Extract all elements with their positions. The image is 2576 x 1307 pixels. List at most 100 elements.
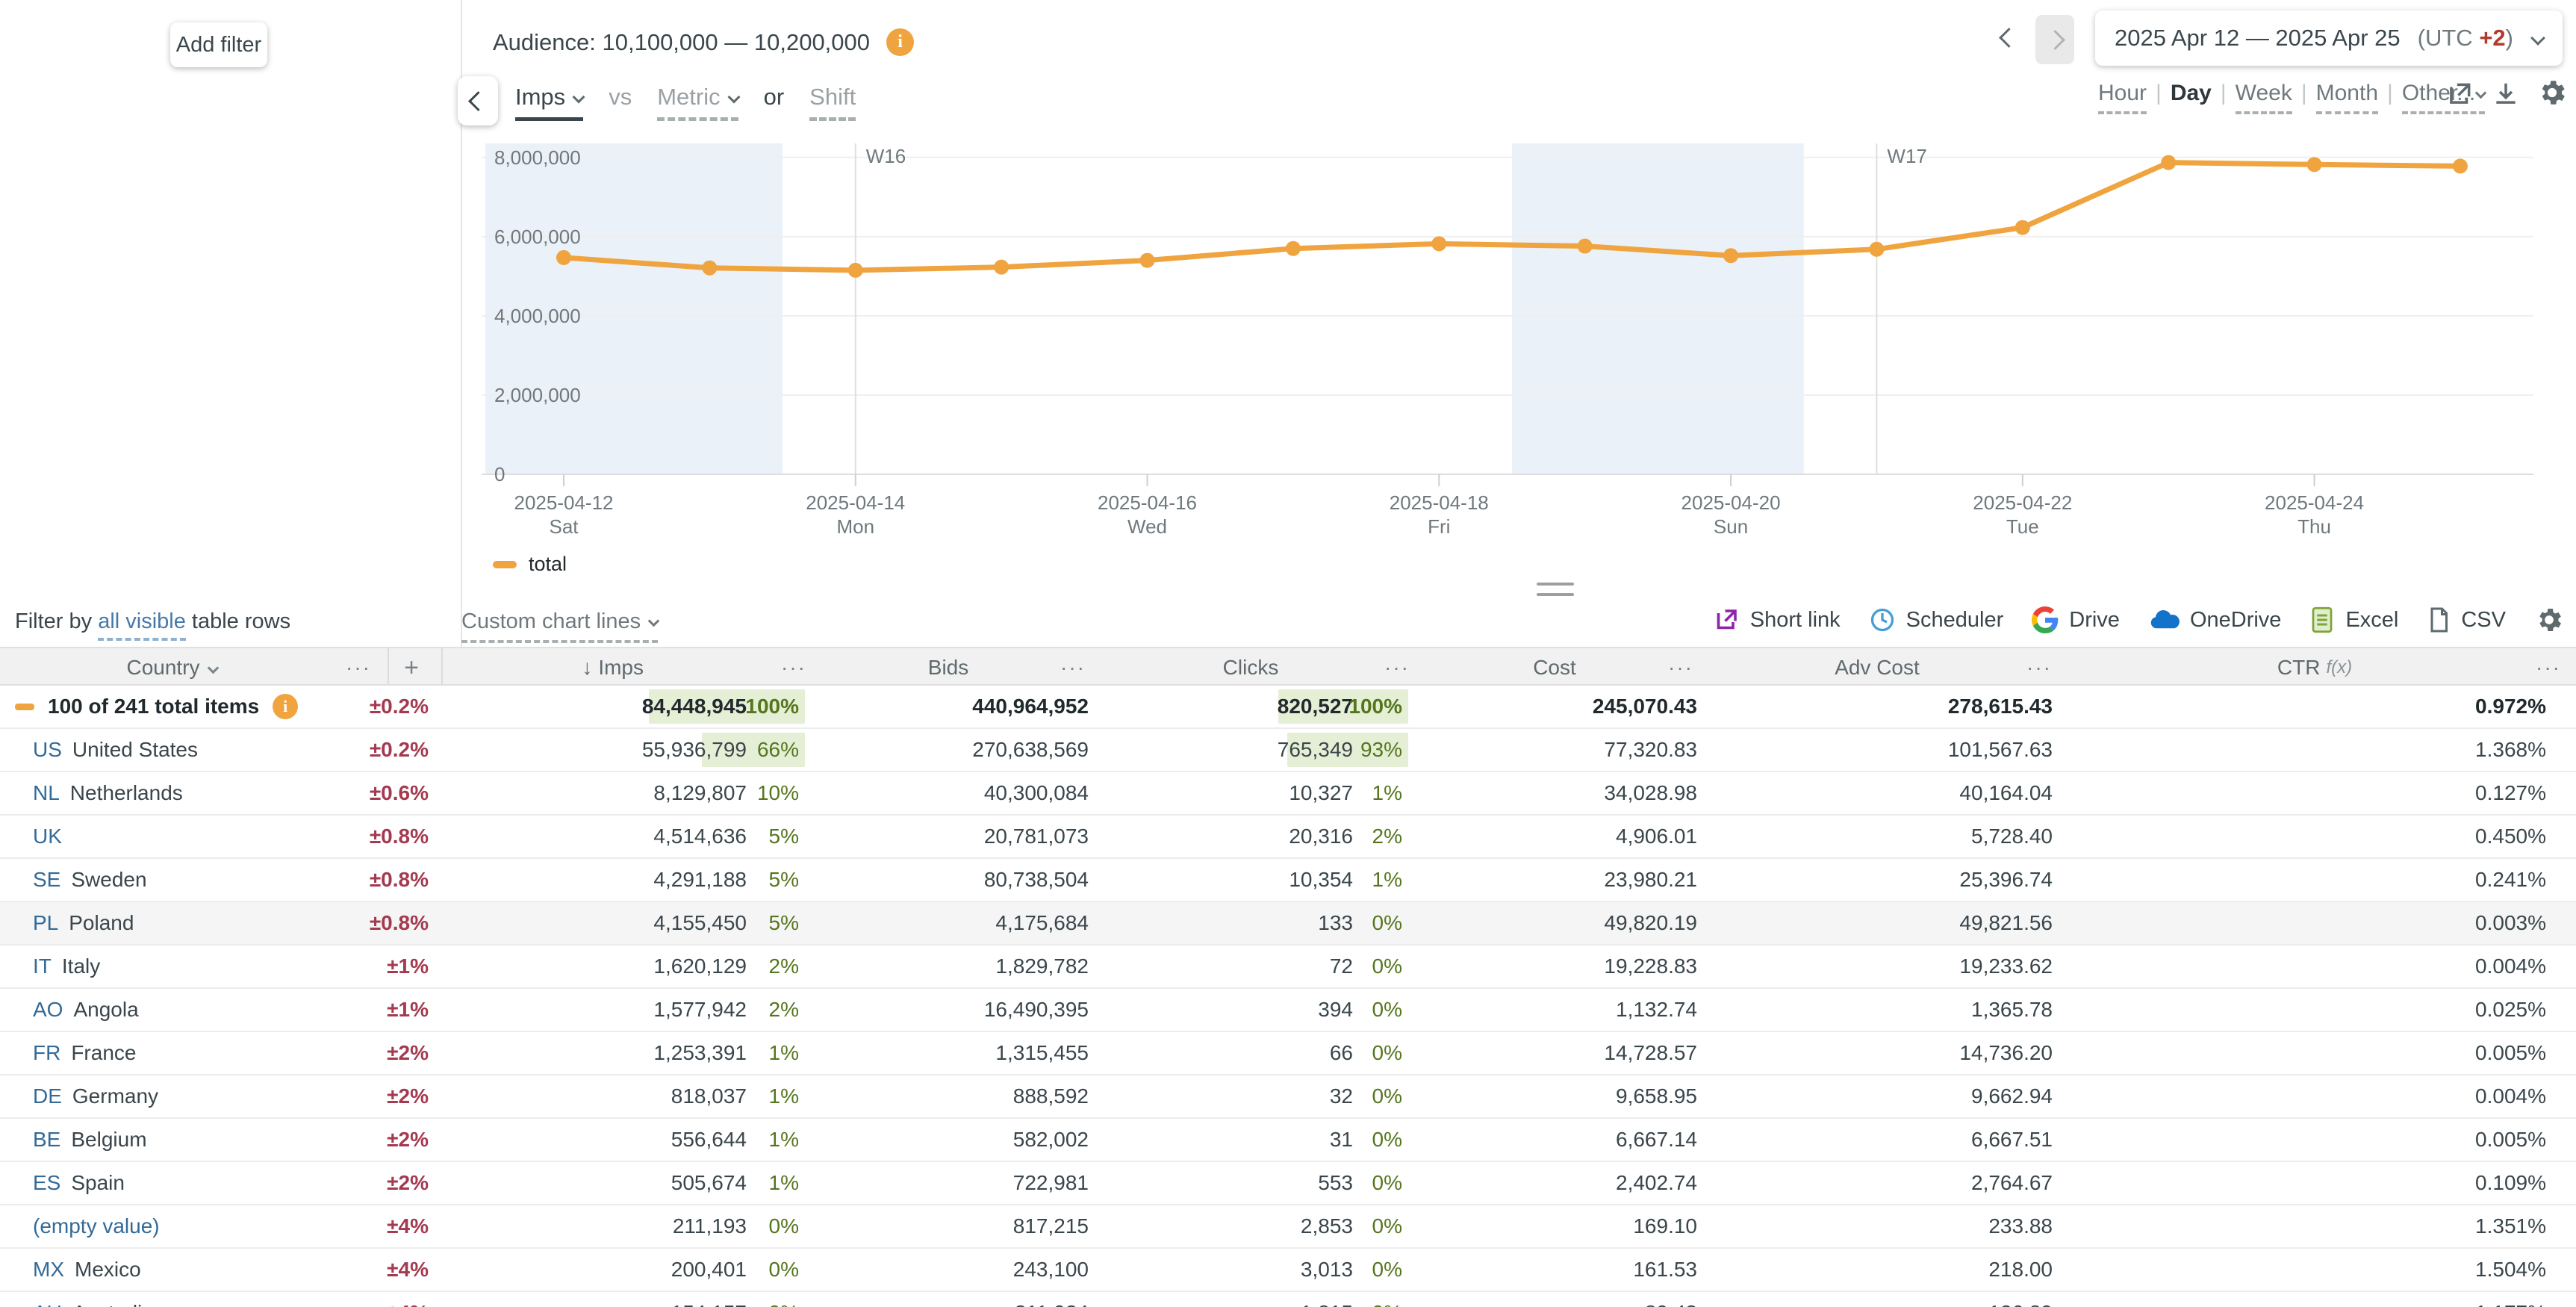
column-menu-icon[interactable]: ··· [1662,648,1699,687]
country-code[interactable]: PL [33,911,58,935]
imps-cell: 55,936,799 [641,738,747,761]
clicks-pct-cell: 0% [1372,1258,1402,1281]
country-code[interactable]: AO [33,998,63,1022]
country-code[interactable]: DE [33,1084,62,1108]
add-column-button[interactable]: + [393,648,429,687]
imps-cell: 200,401 [671,1258,747,1281]
column-menu-icon[interactable]: ··· [2530,648,2567,687]
scheduler-button[interactable]: Scheduler [1869,606,2003,633]
table-row[interactable]: US United States ±0.2% 55,936,799 66% 270,638… [0,729,2576,772]
clicks-cell: 3,013 [1300,1258,1353,1281]
short-link-button[interactable]: Short link [1713,606,1841,633]
country-code[interactable]: NL [33,781,60,805]
table-row[interactable]: AO Angola ±1% 1,577,942 2% 16,490,395 394 0% 1,1… [0,989,2576,1032]
data-point[interactable] [2452,158,2468,174]
clicks-cell: 820,527 [1277,695,1353,718]
excel-button[interactable]: Excel [2309,606,2398,633]
filter-by-prefix: Filter by [15,609,99,633]
bids-cell: 243,100 [1012,1258,1089,1281]
table-row[interactable]: PL Poland ±0.8% 4,155,450 5% 4,175,684 133 0% 49… [0,902,2576,946]
data-point[interactable] [847,262,863,278]
country-code[interactable]: SE [33,868,60,892]
column-header-cost[interactable]: Cost [1480,648,1629,687]
column-menu-icon[interactable]: ··· [1054,648,1092,687]
data-point[interactable] [2161,155,2177,170]
table-row[interactable]: UK ±0.8% 4,514,636 5% 20,781,073 20,316 2% 4,90… [0,816,2576,859]
country-code[interactable]: UK [33,825,62,848]
clicks-cell: 10,327 [1289,781,1353,804]
uncertainty-cell: ±4% [387,1258,429,1281]
country-cell: FR France [33,1032,361,1074]
column-header-ctr[interactable]: CTR f(x) [2221,648,2408,687]
data-point[interactable] [702,260,718,276]
country-cell: SE Sweden [33,859,361,901]
data-point[interactable] [994,259,1009,275]
table-row[interactable]: AUAustralia±4%154,1570%311,9241,8150%89.… [0,1292,2576,1307]
adv-cost-cell: 49,821.56 [1959,911,2053,934]
country-cell: US United States [33,729,361,771]
data-point[interactable] [1431,236,1447,252]
data-point[interactable] [1285,240,1301,256]
country-code[interactable]: FR [33,1041,60,1065]
country-code[interactable]: AU [33,1301,62,1307]
table-row[interactable]: NL Netherlands ±0.6% 8,129,807 10% 40,300,084… [0,772,2576,816]
table-row[interactable]: ES Spain ±2% 505,674 1% 722,981 553 0% 2,402.74 2… [0,1162,2576,1205]
adv-cost-cell: 126.89 [1829,1292,2053,1307]
country-code[interactable]: MX [33,1258,64,1282]
country-cell: PL Poland [33,902,361,944]
table-row[interactable]: BE Belgium ±2% 556,644 1% 582,002 31 0% 6,667.14… [0,1119,2576,1162]
country-name: Australia [72,1301,154,1307]
time-series-chart[interactable]: W16 W17 0 2,000,000 4,000,000 6,000,000 8,000,… [0,0,2576,583]
country-code[interactable]: US [33,738,62,762]
drive-button[interactable]: Drive [2032,606,2120,633]
uncertainty-cell: ±0.8% [369,911,429,934]
table-row-total[interactable]: 100 of 241 total items i ±0.2% 84,448,945 10… [0,686,2576,729]
column-header-bids[interactable]: Bids [874,648,1023,687]
imps-pct-cell: 1% [768,1041,799,1064]
cost-cell: 6,667.14 [1616,1128,1697,1151]
uncertainty-cell: ±2% [387,1084,429,1108]
country-code[interactable]: ES [33,1171,60,1195]
table-row[interactable]: FR France ±2% 1,253,391 1% 1,315,455 66 0% 14,72… [0,1032,2576,1075]
uncertainty-cell: ±2% [387,1171,429,1194]
csv-button[interactable]: CSV [2427,606,2506,633]
info-icon[interactable]: i [273,694,299,719]
custom-chart-lines-dropdown[interactable]: Custom chart lines [461,609,660,643]
adv-cost-cell: 6,667.51 [1971,1128,2053,1151]
country-code[interactable]: IT [33,954,52,978]
data-point[interactable] [1139,252,1155,268]
country-name: France [71,1041,137,1064]
column-menu-icon[interactable]: ··· [775,648,812,687]
column-header-adv-cost[interactable]: Adv Cost [1784,648,1970,687]
table-row[interactable]: DE Germany ±2% 818,037 1% 888,592 32 0% 9,658.95… [0,1075,2576,1119]
cost-cell: 89.43 [1475,1292,1697,1307]
column-header-imps[interactable]: ↓ Imps [442,648,644,687]
imps-pct-cell: 1% [768,1171,799,1194]
data-point[interactable] [1723,248,1739,264]
resize-handle[interactable] [1537,583,1574,603]
country-code[interactable]: BE [33,1128,60,1152]
clicks-pct-cell: 0% [1372,998,1402,1021]
data-point[interactable] [2015,220,2030,235]
table-row[interactable]: IT Italy ±1% 1,620,129 2% 1,829,782 72 0% 19,228… [0,946,2576,989]
onedrive-button[interactable]: OneDrive [2148,606,2281,633]
column-menu-icon[interactable]: ··· [2020,648,2058,687]
table-row[interactable]: SE Sweden ±0.8% 4,291,188 5% 80,738,504 10,354… [0,859,2576,902]
column-menu-icon[interactable]: ··· [1378,648,1416,687]
data-point[interactable] [1577,238,1593,254]
uncertainty-cell: ±2% [387,1128,429,1151]
column-header-clicks[interactable]: Clicks [1176,648,1325,687]
adv-cost-cell: 218.00 [1988,1258,2053,1281]
clicks-cell: 66 [1329,1041,1353,1064]
all-visible-link[interactable]: all visible [98,609,186,641]
data-point[interactable] [2306,157,2322,173]
chart-legend: total [493,553,567,576]
data-point[interactable] [1869,241,1885,257]
table-row[interactable]: (empty value) ±4% 211,193 0% 817,215 2,853 0% 1… [0,1205,2576,1249]
ctr-cell: 0.005% [2475,1041,2546,1064]
table-row[interactable]: MX Mexico ±4% 200,401 0% 243,100 3,013 0% 161.53… [0,1249,2576,1292]
column-header-country[interactable]: Country [90,648,254,687]
column-menu-icon[interactable]: ··· [340,648,377,687]
table-settings-button[interactable] [2534,605,2564,635]
data-point[interactable] [556,249,571,265]
